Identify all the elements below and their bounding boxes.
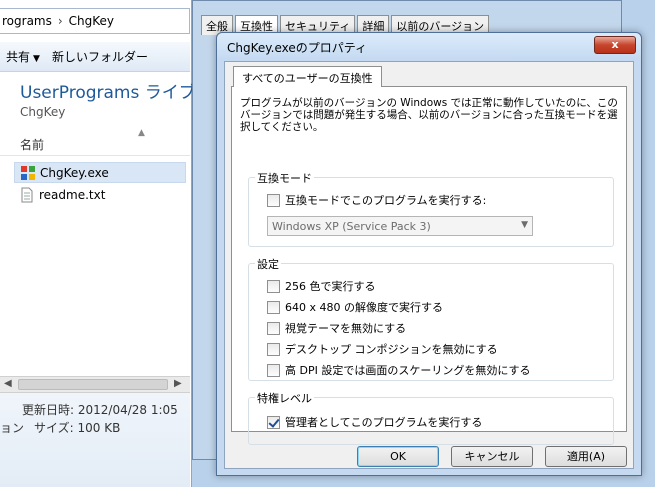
intro-text: プログラムが以前のバージョンの Windows では正常に動作していたのに、この…	[240, 97, 618, 133]
type-text-fragment: ョン	[0, 421, 25, 435]
group-label: 特権レベル	[255, 390, 314, 406]
address-bar[interactable]: rograms › ChgKey	[0, 8, 190, 34]
scroll-left-icon[interactable]: ◀	[4, 378, 12, 389]
column-header-label: 名前	[20, 138, 45, 152]
chevron-down-icon[interactable]: ▼	[521, 220, 528, 230]
modified-date: 更新日時: 2012/04/28 1:05	[22, 403, 178, 417]
checkbox-label: 高 DPI 設定では画面のスケーリングを無効にする	[285, 364, 531, 377]
group-label: 互換モード	[255, 170, 314, 186]
apply-button[interactable]: 適用(A)	[545, 446, 627, 467]
library-title: UserPrograms ライブ	[20, 83, 196, 103]
checkbox-disable-desktop-composition[interactable]: デスクトップ コンポジションを無効にする	[267, 341, 498, 357]
tab-all-users-compatibility[interactable]: すべてのユーザーの互換性	[233, 66, 382, 87]
file-name: ChgKey.exe	[40, 165, 109, 180]
share-button[interactable]: 共有 ▼	[0, 48, 46, 65]
close-button[interactable]: x	[594, 36, 636, 54]
file-size: サイズ: 100 KB	[34, 421, 121, 435]
checkbox-icon[interactable]	[267, 193, 280, 207]
checkbox-disable-visual-themes[interactable]: 視覚テーマを無効にする	[267, 320, 406, 336]
checkbox-icon[interactable]	[267, 342, 280, 356]
compat-mode-checkbox[interactable]: 互換モードでこのプログラムを実行する:	[267, 192, 486, 208]
select-value: Windows XP (Service Pack 3)	[272, 220, 431, 233]
close-icon: x	[611, 38, 619, 51]
tab-panel: プログラムが以前のバージョンの Windows では正常に動作していたのに、この…	[231, 86, 627, 445]
cancel-button[interactable]: キャンセル	[451, 446, 533, 467]
list-item[interactable]: ChgKey.exe	[14, 162, 186, 183]
run-as-admin-checkbox[interactable]: 管理者としてこのプログラムを実行する	[267, 414, 482, 430]
dialog-client-area: すべてのユーザーの互換性 プログラムが以前のバージョンの Windows では正…	[224, 61, 634, 469]
share-button-label: 共有	[6, 50, 31, 64]
sort-arrow-icon: ▲	[138, 128, 145, 138]
explorer-window: rograms › ChgKey 共有 ▼ 新しいフォルダー UserProgra…	[0, 0, 196, 487]
new-folder-button[interactable]: 新しいフォルダー	[46, 48, 154, 65]
breadcrumb-segment[interactable]: ChgKey	[69, 14, 114, 28]
settings-group: 設定 256 色で実行する 640 x 480 の解像度で実行する 視覚テーマを…	[248, 256, 614, 381]
horizontal-scrollbar[interactable]: ◀ ▶	[0, 376, 190, 393]
properties-dialog: ChgKey.exeのプロパティ x すべてのユーザーの互換性 プログラムが以前…	[216, 32, 642, 476]
checkbox-checked-icon[interactable]	[267, 415, 280, 429]
ok-button[interactable]: OK	[357, 446, 439, 467]
checkbox-label: 256 色で実行する	[285, 280, 376, 293]
checkbox-label: 640 x 480 の解像度で実行する	[285, 301, 443, 314]
dialog-title: ChgKey.exeのプロパティ	[227, 41, 368, 55]
breadcrumb-separator-icon: ›	[57, 14, 63, 28]
details-pane: 更新日時: 2012/04/28 1:05 ョン サイズ: 100 KB	[0, 393, 190, 487]
application-icon	[21, 165, 35, 180]
library-subtitle: ChgKey	[20, 105, 66, 119]
checkbox-256-colors[interactable]: 256 色で実行する	[267, 278, 376, 294]
checkbox-label: デスクトップ コンポジションを無効にする	[285, 343, 498, 356]
checkbox-icon[interactable]	[267, 300, 280, 314]
checkbox-label: 互換モードでこのプログラムを実行する:	[285, 194, 487, 207]
privilege-level-group: 特権レベル 管理者としてこのプログラムを実行する	[248, 390, 614, 445]
checkbox-label: 管理者としてこのプログラムを実行する	[285, 416, 483, 429]
scrollbar-thumb[interactable]	[18, 379, 168, 390]
checkbox-icon[interactable]	[267, 321, 280, 335]
list-item[interactable]: readme.txt	[14, 184, 186, 205]
scroll-right-icon[interactable]: ▶	[174, 378, 182, 389]
checkbox-label: 視覚テーマを無効にする	[285, 322, 407, 335]
explorer-toolbar: 共有 ▼ 新しいフォルダー	[0, 42, 190, 72]
checkbox-640x480[interactable]: 640 x 480 の解像度で実行する	[267, 299, 443, 315]
checkbox-icon[interactable]	[267, 363, 280, 377]
checkbox-disable-dpi-scaling[interactable]: 高 DPI 設定では画面のスケーリングを無効にする	[267, 362, 530, 378]
group-label: 設定	[255, 256, 281, 272]
column-header-name[interactable]: ▲ 名前	[0, 128, 190, 156]
breadcrumb-segment[interactable]: rograms	[2, 14, 52, 28]
file-name: readme.txt	[39, 187, 106, 202]
text-file-icon	[21, 187, 33, 202]
compatibility-mode-group: 互換モード 互換モードでこのプログラムを実行する: Windows XP (Se…	[248, 170, 614, 247]
os-version-select[interactable]: Windows XP (Service Pack 3) ▼	[267, 216, 533, 236]
title-bar[interactable]: ChgKey.exeのプロパティ x	[217, 33, 641, 61]
checkbox-icon[interactable]	[267, 279, 280, 293]
chevron-down-icon: ▼	[33, 54, 40, 64]
